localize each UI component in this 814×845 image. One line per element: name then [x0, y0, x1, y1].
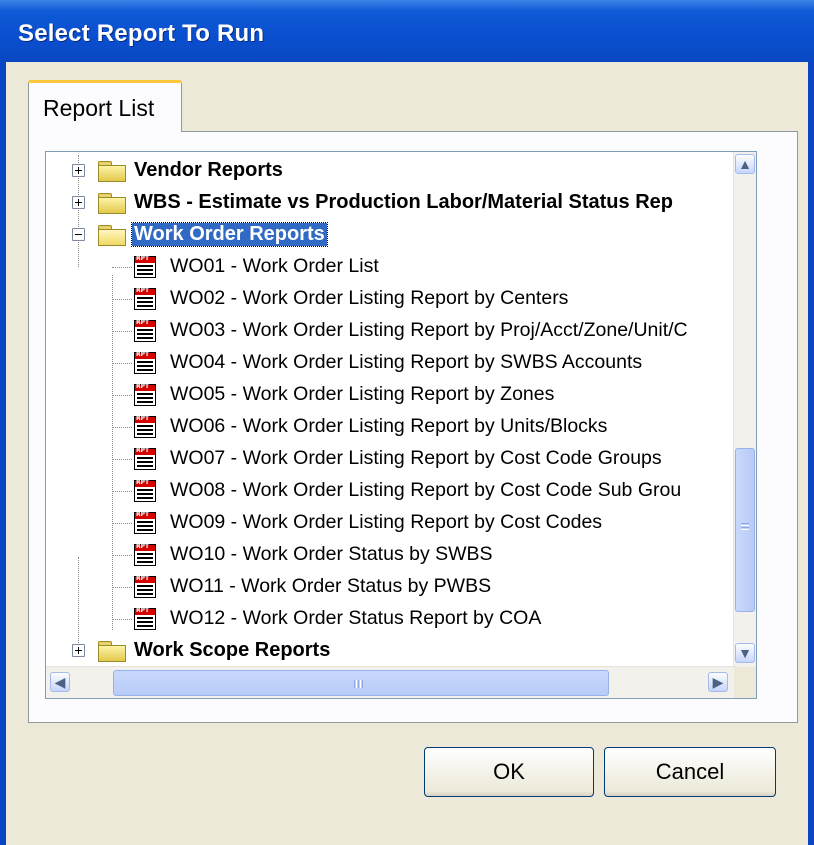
- report-label: WO07 - Work Order Listing Report by Cost…: [170, 447, 662, 469]
- folder-label: Vendor Reports: [134, 159, 283, 181]
- report-label: WO08 - Work Order Listing Report by Cost…: [170, 479, 682, 501]
- report-label: WO06 - Work Order Listing Report by Unit…: [170, 415, 608, 437]
- folder-label: Work Scope Reports: [134, 639, 331, 661]
- report-label: WO10 - Work Order Status by SWBS: [170, 543, 493, 565]
- report-icon: [134, 543, 156, 566]
- report-icon: [134, 511, 156, 534]
- open-folder-icon: [98, 225, 126, 246]
- report-label: WO11 - Work Order Status by PWBS: [170, 575, 492, 597]
- cancel-button[interactable]: Cancel: [604, 747, 776, 797]
- ok-button[interactable]: OK: [424, 747, 594, 797]
- folder-icon: [98, 641, 126, 662]
- dialog-window: Select Report To Run Report List Vendor …: [0, 0, 814, 845]
- horizontal-scrollbar[interactable]: ◀ ▶: [46, 666, 736, 698]
- title-bar[interactable]: Select Report To Run: [0, 0, 814, 62]
- expand-plus-icon[interactable]: [72, 644, 85, 657]
- report-icon: [134, 383, 156, 406]
- scroll-right-icon[interactable]: ▶: [708, 672, 728, 692]
- folder-label: WBS - Estimate vs Production Labor/Mater…: [134, 191, 673, 213]
- scroll-down-icon[interactable]: ▼: [735, 643, 755, 663]
- tree-line: [112, 275, 113, 630]
- tab-label: Report List: [43, 95, 155, 121]
- report-label: WO12 - Work Order Status Report by COA: [170, 607, 542, 629]
- dialog-client-area: Report List Vendor Reports WBS - Estimat…: [6, 62, 808, 845]
- report-icon: [134, 479, 156, 502]
- report-icon: [134, 447, 156, 470]
- window-title: Select Report To Run: [18, 20, 265, 47]
- scroll-up-icon[interactable]: ▲: [735, 154, 755, 174]
- report-icon: [134, 607, 156, 630]
- report-label: WO02 - Work Order Listing Report by Cent…: [170, 287, 569, 309]
- tree-rows: Vendor Reports WBS - Estimate vs Product…: [46, 155, 736, 670]
- report-icon: [134, 575, 156, 598]
- folder-icon: [98, 193, 126, 214]
- expand-plus-icon[interactable]: [72, 164, 85, 177]
- vertical-scroll-thumb[interactable]: [735, 448, 755, 612]
- report-label: WO04 - Work Order Listing Report by SWBS…: [170, 351, 643, 373]
- expand-plus-icon[interactable]: [72, 196, 85, 209]
- report-icon: [134, 319, 156, 342]
- report-label: WO01 - Work Order List: [170, 255, 379, 277]
- folder-label: Work Order Reports: [131, 222, 328, 247]
- tab-panel: Vendor Reports WBS - Estimate vs Product…: [28, 131, 798, 723]
- window-border-right: [808, 62, 814, 845]
- folder-icon: [98, 161, 126, 182]
- report-icon: [134, 351, 156, 374]
- tab-report-list[interactable]: Report List: [28, 80, 182, 132]
- report-icon: [134, 255, 156, 278]
- scrollbar-corner: [734, 667, 756, 698]
- tree-line: [78, 557, 79, 647]
- report-label: WO05 - Work Order Listing Report by Zone…: [170, 383, 555, 405]
- report-label: WO09 - Work Order Listing Report by Cost…: [170, 511, 603, 533]
- collapse-minus-icon[interactable]: [72, 228, 85, 241]
- report-icon: [134, 415, 156, 438]
- report-tree[interactable]: Vendor Reports WBS - Estimate vs Product…: [45, 151, 757, 699]
- vertical-scrollbar[interactable]: ▲ ▼: [733, 152, 756, 667]
- report-icon: [134, 287, 156, 310]
- report-label: WO03 - Work Order Listing Report by Proj…: [170, 319, 688, 341]
- scroll-left-icon[interactable]: ◀: [50, 672, 70, 692]
- horizontal-scroll-thumb[interactable]: [113, 670, 609, 696]
